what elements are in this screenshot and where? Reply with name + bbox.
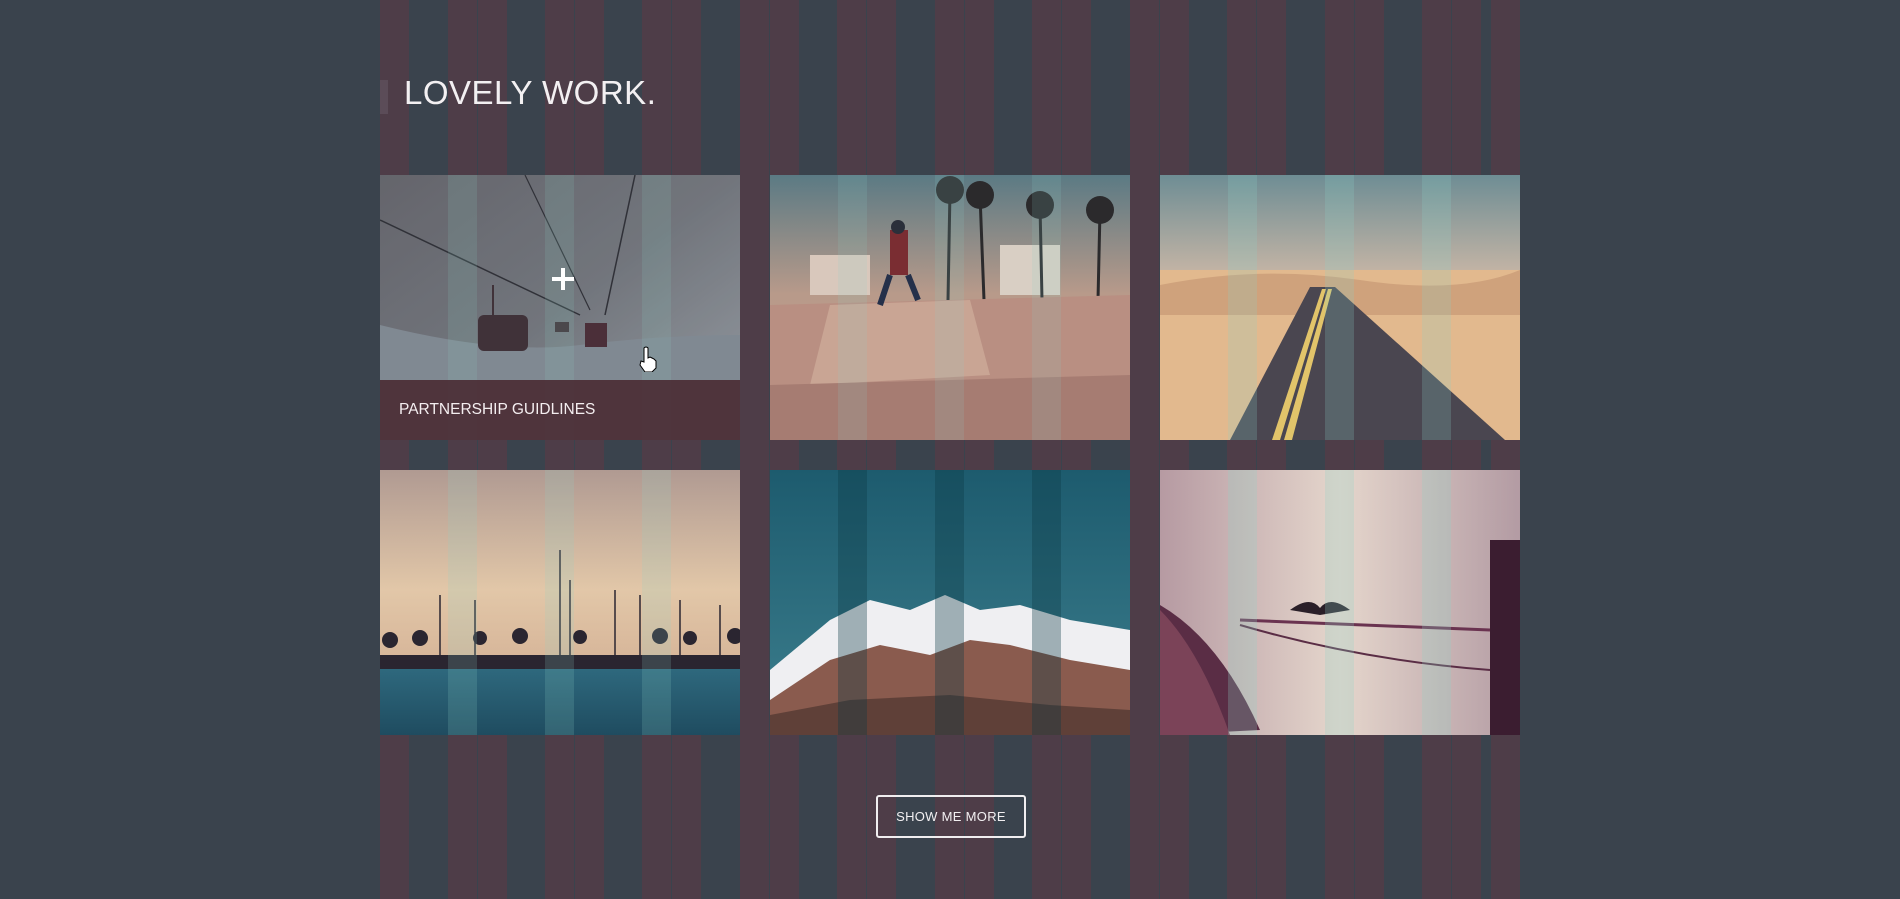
portfolio-item-mountains[interactable] (770, 470, 1130, 735)
skatepark-image (770, 175, 1130, 440)
portfolio-item-skatepark[interactable] (770, 175, 1130, 440)
portfolio-caption-text: PARTNERSHIP GUIDLINES (399, 401, 596, 418)
portfolio-item-desert-road[interactable] (1160, 175, 1520, 440)
portfolio-item-marina[interactable] (380, 470, 740, 735)
hand-cursor-icon (639, 346, 657, 372)
show-more-button[interactable]: SHOW ME MORE (876, 795, 1026, 838)
portfolio-item-cormorant-boat[interactable] (1160, 470, 1520, 735)
section-title: LOVELY WORK. (404, 74, 657, 111)
plus-icon[interactable] (552, 268, 574, 290)
portfolio-item-gondola[interactable]: PARTNERSHIP GUIDLINES (380, 175, 740, 440)
mountains-image (770, 470, 1130, 735)
portfolio-section: LOVELY WORK. PARTNERSHIP GUIDLINES SHOW … (0, 0, 1900, 899)
marina-image (380, 470, 740, 735)
cormorant-boat-image (1160, 470, 1520, 735)
portfolio-caption[interactable]: PARTNERSHIP GUIDLINES (380, 380, 740, 440)
desert-road-image (1160, 175, 1520, 440)
title-accent-bar (380, 80, 388, 114)
